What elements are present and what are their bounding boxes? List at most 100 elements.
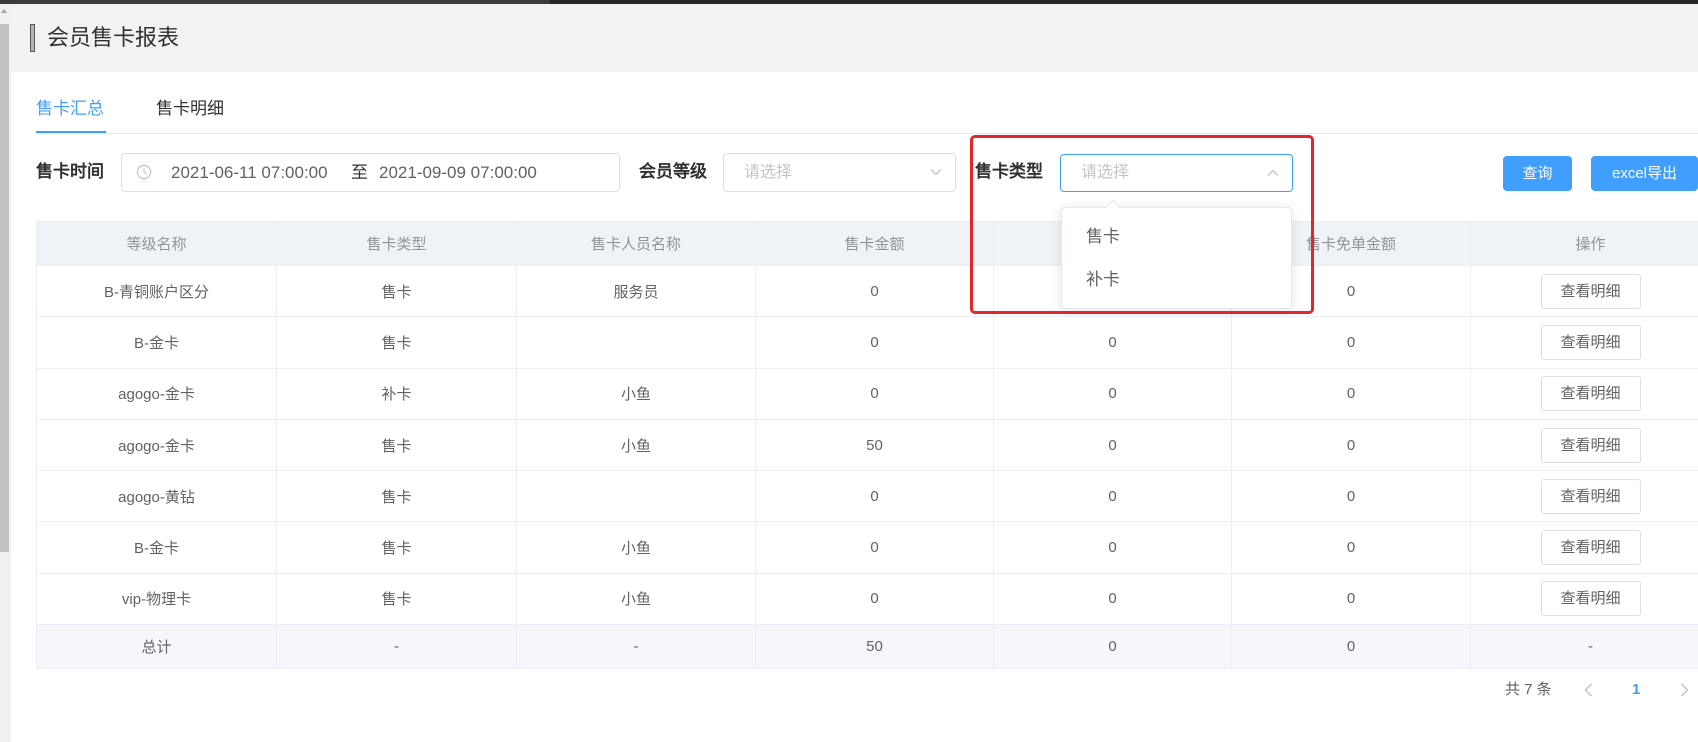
- cell-sale-amount: 50: [756, 419, 994, 472]
- cell-column-5: 0: [994, 471, 1232, 523]
- column-header-level-name: 等级名称: [37, 222, 277, 266]
- sales-summary-table: 等级名称 售卡类型 售卡人员名称 售卡金额 售卡免单金额 操作 B-青铜账户区分…: [36, 221, 1698, 670]
- member-level-select[interactable]: [723, 153, 956, 192]
- cell-level-name: agogo-黄钻: [37, 471, 277, 523]
- cell-staff-name: 小鱼: [517, 368, 756, 420]
- cell-free-amount: 0: [1232, 522, 1471, 574]
- cell-actions: 查看明细: [1471, 573, 1698, 626]
- cell-free-amount: 0: [1232, 419, 1471, 472]
- card-type-select[interactable]: [1060, 154, 1293, 192]
- cell-free-amount: 0: [1232, 471, 1471, 523]
- view-detail-button[interactable]: 查看明细: [1540, 273, 1641, 309]
- cell-staff-name: [517, 317, 756, 369]
- cell-sale-amount: 0: [756, 266, 994, 318]
- pagination-total: 共 7 条: [1505, 681, 1552, 698]
- tabs-divider: [36, 133, 1698, 134]
- view-detail-button[interactable]: 查看明细: [1540, 376, 1641, 412]
- chevron-left-icon[interactable]: [1584, 683, 1593, 697]
- cell-staff-name: 小鱼: [517, 522, 756, 574]
- cell-actions: 查看明细: [1471, 317, 1698, 369]
- cell-actions: 查看明细: [1471, 266, 1698, 318]
- cell-level-name: B-金卡: [37, 522, 277, 574]
- start-date-input[interactable]: [171, 154, 343, 191]
- card-type-label: 售卡类型: [975, 162, 1043, 181]
- cell-actions: 查看明细: [1471, 522, 1698, 574]
- cell-sale-amount: 0: [756, 368, 994, 420]
- cell-free-amount: 0: [1232, 368, 1471, 420]
- cell-card-type: 售卡: [277, 317, 517, 369]
- cell-staff-name: [517, 471, 756, 523]
- column-header-card-type: 售卡类型: [277, 222, 517, 266]
- cell-card-type: 售卡: [277, 471, 517, 523]
- view-detail-button[interactable]: 查看明细: [1540, 324, 1641, 360]
- cell-level-name: agogo-金卡: [37, 368, 277, 420]
- total-actions: -: [1471, 625, 1698, 670]
- cell-column-5: 0: [994, 368, 1232, 420]
- table-row: B-青铜账户区分 售卡 服务员 0 0 查看明细: [37, 266, 1698, 318]
- table-row: B-金卡 售卡 0 0 0 查看明细: [37, 317, 1698, 369]
- tab-sales-summary[interactable]: 售卡汇总: [36, 98, 104, 120]
- member-level-input[interactable]: [724, 154, 955, 191]
- page-title: 会员售卡报表: [47, 25, 180, 50]
- query-button[interactable]: 查询: [1503, 156, 1572, 191]
- cell-level-name: agogo-金卡: [37, 419, 277, 472]
- cell-card-type: 补卡: [277, 368, 517, 420]
- cell-level-name: B-青铜账户区分: [37, 266, 277, 318]
- cell-free-amount: 0: [1232, 573, 1471, 626]
- cell-sale-amount: 0: [756, 471, 994, 523]
- tab-sales-detail[interactable]: 售卡明细: [156, 98, 224, 120]
- view-detail-button[interactable]: 查看明细: [1540, 478, 1641, 514]
- cell-actions: 查看明细: [1471, 471, 1698, 523]
- cell-staff-name: 小鱼: [517, 573, 756, 626]
- cell-sale-amount: 0: [756, 573, 994, 626]
- cell-card-type: 售卡: [277, 266, 517, 318]
- total-staff-name: -: [517, 625, 756, 670]
- sale-time-range-picker[interactable]: 至: [121, 153, 620, 192]
- total-label: 总计: [37, 625, 277, 670]
- card-type-dropdown: 售卡 补卡: [1061, 199, 1292, 309]
- cell-card-type: 售卡: [277, 573, 517, 626]
- view-detail-button[interactable]: 查看明细: [1540, 427, 1641, 463]
- scrollbar-thumb[interactable]: [0, 24, 9, 552]
- total-card-type: -: [277, 625, 517, 670]
- total-column-5: 0: [994, 625, 1232, 670]
- vertical-scrollbar[interactable]: [0, 4, 11, 742]
- page-header: 会员售卡报表: [11, 4, 1698, 72]
- cell-staff-name: 服务员: [517, 266, 756, 318]
- excel-export-button[interactable]: excel导出: [1591, 156, 1698, 191]
- end-date-input[interactable]: [379, 154, 551, 191]
- cell-sale-amount: 0: [756, 317, 994, 369]
- table-row: vip-物理卡 售卡 小鱼 0 0 0 查看明细: [37, 573, 1698, 626]
- table-row: agogo-金卡 售卡 小鱼 50 0 0 查看明细: [37, 419, 1698, 472]
- cell-actions: 查看明细: [1471, 368, 1698, 420]
- card-type-input[interactable]: [1061, 155, 1292, 191]
- total-sale-amount: 50: [756, 625, 994, 670]
- table-row: agogo-金卡 补卡 小鱼 0 0 0 查看明细: [37, 368, 1698, 420]
- pagination-page-number[interactable]: 1: [1632, 680, 1640, 700]
- cell-actions: 查看明细: [1471, 419, 1698, 472]
- cell-column-5: 0: [994, 317, 1232, 369]
- scroll-up-arrow-icon[interactable]: [1, 9, 7, 13]
- cell-card-type: 售卡: [277, 522, 517, 574]
- cell-staff-name: 小鱼: [517, 419, 756, 472]
- cell-sale-amount: 0: [756, 522, 994, 574]
- table-header-row: 等级名称 售卡类型 售卡人员名称 售卡金额 售卡免单金额 操作: [37, 222, 1698, 266]
- table-total-row: 总计 - - 50 0 0 -: [37, 625, 1698, 670]
- clock-icon: [136, 164, 152, 180]
- column-header-sale-amount: 售卡金额: [756, 222, 994, 266]
- view-detail-button[interactable]: 查看明细: [1540, 530, 1641, 566]
- column-header-actions: 操作: [1471, 222, 1698, 266]
- dropdown-pointer: [1105, 199, 1121, 215]
- view-detail-button[interactable]: 查看明细: [1540, 581, 1641, 617]
- dropdown-option-sale[interactable]: 售卡: [1062, 216, 1291, 258]
- cell-column-5: 0: [994, 522, 1232, 574]
- dropdown-option-reissue[interactable]: 补卡: [1062, 259, 1291, 301]
- cell-level-name: vip-物理卡: [37, 573, 277, 626]
- title-marker-icon: [30, 24, 35, 52]
- table-row: agogo-黄钻 售卡 0 0 0 查看明细: [37, 471, 1698, 523]
- cell-column-5: 0: [994, 419, 1232, 472]
- total-free-amount: 0: [1232, 625, 1471, 670]
- chevron-right-icon[interactable]: [1680, 683, 1689, 697]
- table-row: B-金卡 售卡 小鱼 0 0 0 查看明细: [37, 522, 1698, 574]
- cell-free-amount: 0: [1232, 317, 1471, 369]
